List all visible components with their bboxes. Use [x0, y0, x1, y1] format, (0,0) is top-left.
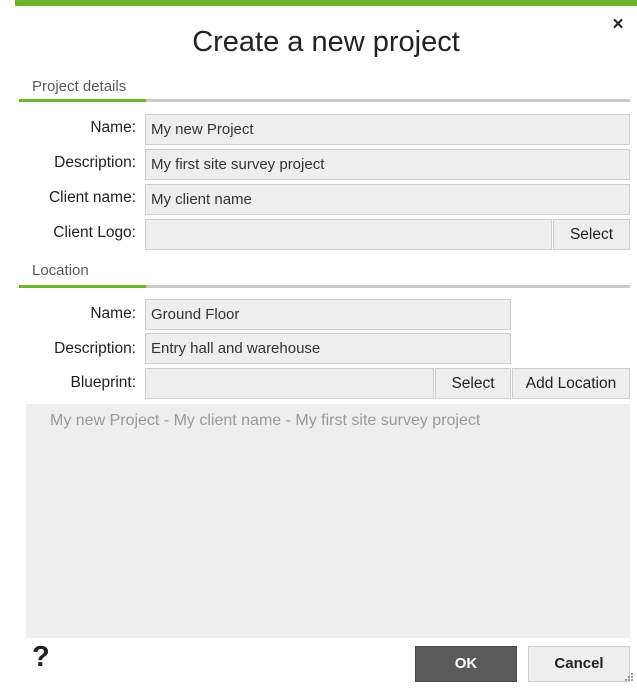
location-section-label: Location: [32, 262, 89, 279]
help-icon[interactable]: ?: [32, 641, 50, 674]
top-accent-bar: [15, 0, 637, 6]
client-logo-input[interactable]: [145, 219, 552, 250]
add-location-button[interactable]: Add Location: [512, 368, 630, 399]
project-details-section-label: Project details: [32, 78, 127, 95]
blueprint-select-button[interactable]: Select: [435, 368, 511, 399]
project-name-label: Name:: [90, 119, 136, 136]
project-summary-text: My new Project - My client name - My fir…: [50, 412, 481, 429]
client-name-input[interactable]: My client name: [145, 184, 630, 215]
client-logo-select-button[interactable]: Select: [553, 219, 630, 250]
project-name-input[interactable]: My new Project: [145, 114, 630, 145]
blueprint-input[interactable]: [145, 368, 434, 399]
cancel-button[interactable]: Cancel: [528, 646, 630, 682]
client-name-label: Client name:: [48, 189, 136, 206]
project-description-label: Description:: [54, 154, 136, 171]
resize-grip-icon[interactable]: [622, 672, 634, 684]
dialog-title: Create a new project: [192, 26, 460, 58]
create-project-dialog: × Create a new project Project details N…: [0, 0, 637, 688]
project-description-input[interactable]: My first site survey project: [145, 149, 630, 180]
location-name-input[interactable]: Ground Floor: [145, 299, 511, 330]
location-divider: [19, 285, 630, 288]
client-logo-label: Client Logo:: [53, 224, 136, 241]
location-name-label: Name:: [90, 305, 136, 322]
project-details-divider: [19, 99, 630, 102]
location-description-input[interactable]: Entry hall and warehouse: [145, 333, 511, 364]
blueprint-label: Blueprint:: [70, 374, 136, 391]
ok-button[interactable]: OK: [415, 646, 517, 682]
location-description-label: Description:: [54, 340, 136, 357]
project-summary-area: My new Project - My client name - My fir…: [26, 404, 630, 638]
